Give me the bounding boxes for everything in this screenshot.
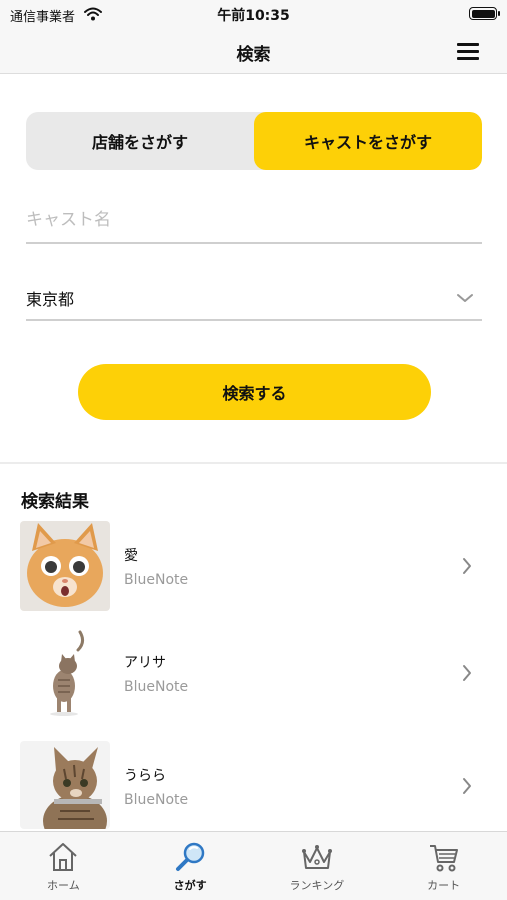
prefecture-select[interactable]: 東京都 xyxy=(26,276,482,321)
cast-name: アリサ xyxy=(124,655,166,671)
chevron-right-icon xyxy=(461,557,473,579)
tab-ranking[interactable]: ランキング xyxy=(254,832,381,900)
search-button[interactable]: 検索する xyxy=(78,364,431,420)
tab-bar: ホーム さがす ランキング カート xyxy=(0,831,507,900)
chevron-right-icon xyxy=(461,777,473,799)
cast-photo xyxy=(20,521,110,611)
segment-cast-search[interactable]: キャストをさがす xyxy=(254,112,482,170)
navigation-bar: 検索 xyxy=(0,28,507,74)
status-bar: 通信事業者 午前10:35 xyxy=(0,0,507,28)
crown-icon xyxy=(301,845,332,869)
cast-name-input[interactable] xyxy=(26,200,482,240)
result-item[interactable]: 愛 BlueNote xyxy=(0,521,507,621)
tab-cart[interactable]: カート xyxy=(380,832,507,900)
cast-photo xyxy=(20,628,110,718)
battery-icon xyxy=(469,7,500,20)
cast-name: うらら xyxy=(124,768,166,784)
tab-label: さがす xyxy=(173,879,207,892)
cast-name: 愛 xyxy=(124,548,138,564)
results-title: 検索結果 xyxy=(21,492,89,512)
prefecture-value: 東京都 xyxy=(26,290,75,309)
cast-name-field xyxy=(26,200,482,244)
hamburger-menu-icon[interactable] xyxy=(457,43,479,60)
tab-label: ランキング xyxy=(289,879,345,892)
chevron-right-icon xyxy=(461,664,473,686)
tab-home[interactable]: ホーム xyxy=(0,832,127,900)
cast-photo xyxy=(20,741,110,829)
page-title: 検索 xyxy=(236,45,271,65)
cart-icon xyxy=(429,845,458,872)
segment-store-search[interactable]: 店舗をさがす xyxy=(26,112,254,170)
tab-label: カート xyxy=(427,879,461,892)
magnifier-icon xyxy=(176,842,205,871)
clock: 午前10:35 xyxy=(217,8,290,24)
shop-name: BlueNote xyxy=(124,679,189,695)
shop-name: BlueNote xyxy=(124,792,189,808)
home-icon xyxy=(49,843,78,871)
shop-name: BlueNote xyxy=(124,572,189,588)
result-item[interactable]: うらら BlueNote xyxy=(0,741,507,841)
section-divider xyxy=(0,462,507,464)
tab-search[interactable]: さがす xyxy=(127,832,254,900)
search-mode-segment: 店舗をさがす キャストをさがす xyxy=(26,112,482,170)
chevron-down-icon xyxy=(456,288,474,307)
tab-label: ホーム xyxy=(47,879,80,892)
result-item[interactable]: アリサ BlueNote xyxy=(0,628,507,728)
